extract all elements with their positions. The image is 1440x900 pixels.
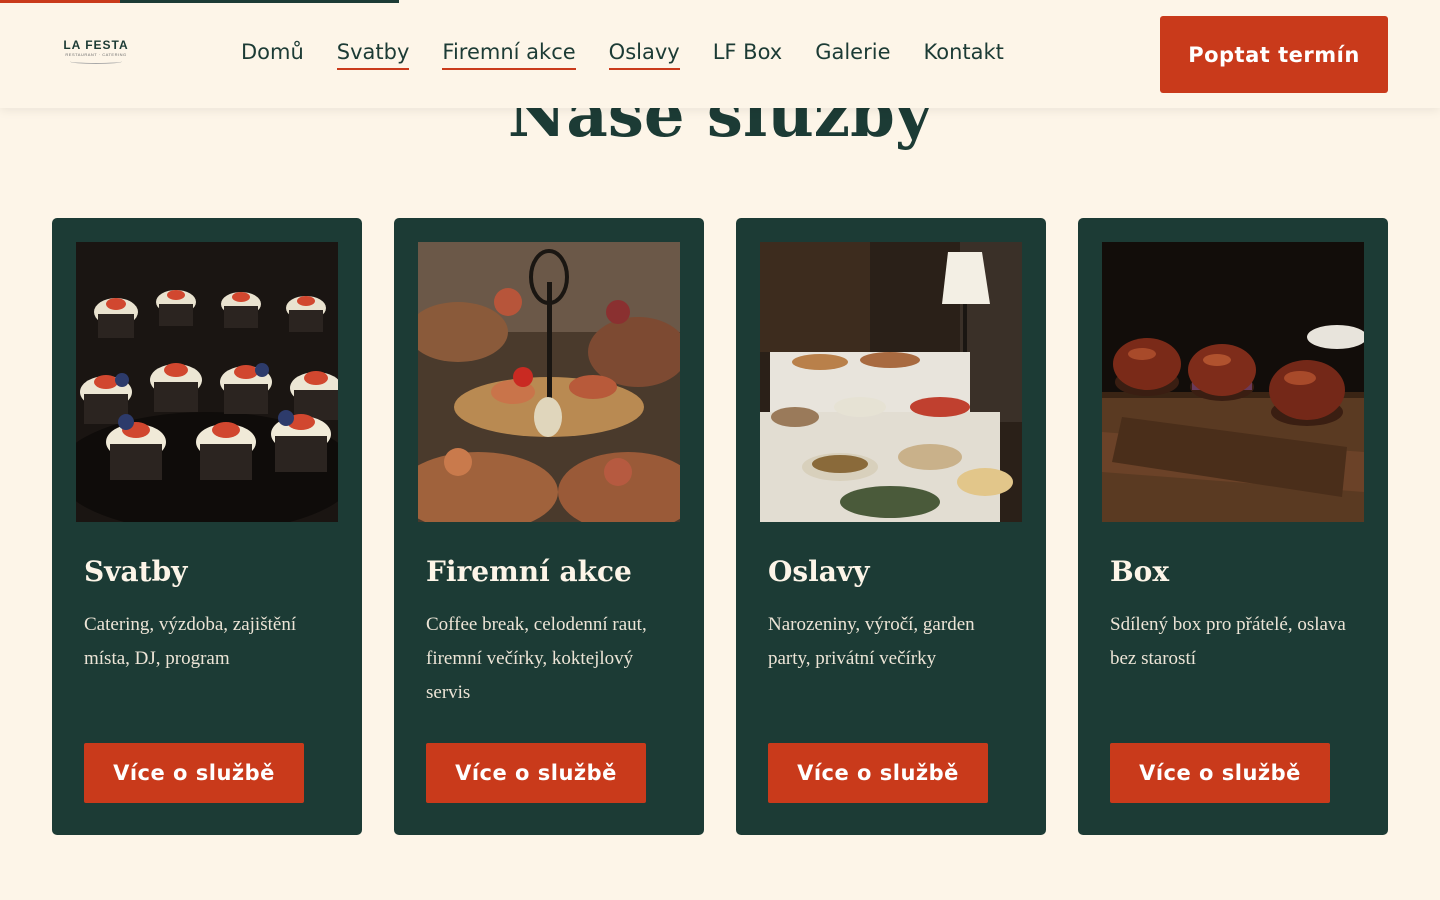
vice-o-sluzbe-button-svatby[interactable]: Více o službě [84,743,304,803]
burgers-board-photo [1102,242,1364,522]
vice-o-sluzbe-button-box[interactable]: Více o službě [1110,743,1330,803]
scroll-progress-bar [0,0,399,3]
logo-name: LA FESTA [63,38,129,52]
nav-item-svatby[interactable]: Svatby [336,36,410,70]
nav-item-lf-box[interactable]: LF Box [713,36,783,70]
service-card-box: Box Sdílený box pro přátelé, oslava bez … [1078,218,1388,835]
main-nav: Domů Svatby Firemní akce Oslavy LF Box G… [241,36,1004,70]
poptat-termin-button[interactable]: Poptat termín [1160,16,1388,93]
vice-o-sluzbe-button-firemni-akce[interactable]: Více o službě [426,743,646,803]
la-festa-logo[interactable]: LA FESTA RESTAURANT · CATERING [60,38,132,70]
vice-o-sluzbe-button-oslavy[interactable]: Více o službě [768,743,988,803]
logo-tagline: RESTAURANT · CATERING [65,52,127,57]
card-description: Narozeniny, výročí, garden party, privát… [768,614,975,669]
card-description: Catering, výzdoba, zajištění místa, DJ, … [84,614,297,669]
logo-arc [70,59,122,64]
canapes-stand-photo [418,242,680,522]
card-title: Box [1110,555,1170,588]
service-card-svatby: Svatby Catering, výzdoba, zajištění míst… [52,218,362,835]
buffet-table-photo [760,242,1022,522]
nav-item-kontakt[interactable]: Kontakt [924,36,1004,70]
nav-item-domu[interactable]: Domů [241,36,304,70]
nav-item-firemni-akce[interactable]: Firemní akce [442,36,576,70]
cupcakes-photo [76,242,338,522]
services-grid: Svatby Catering, výzdoba, zajištění míst… [52,218,1388,835]
card-title: Svatby [84,555,188,588]
card-description: Coffee break, celodenní raut, firemní ve… [426,614,647,703]
card-description: Sdílený box pro přátelé, oslava bez star… [1110,614,1346,669]
card-title: Oslavy [768,555,870,588]
service-card-firemni-akce: Firemní akce Coffee break, celodenní rau… [394,218,704,835]
site-header: LA FESTA RESTAURANT · CATERING Domů Svat… [0,0,1440,108]
card-title: Firemní akce [426,555,632,588]
service-card-oslavy: Oslavy Narozeniny, výročí, garden party,… [736,218,1046,835]
nav-item-galerie[interactable]: Galerie [815,36,890,70]
nav-item-oslavy[interactable]: Oslavy [608,36,680,70]
